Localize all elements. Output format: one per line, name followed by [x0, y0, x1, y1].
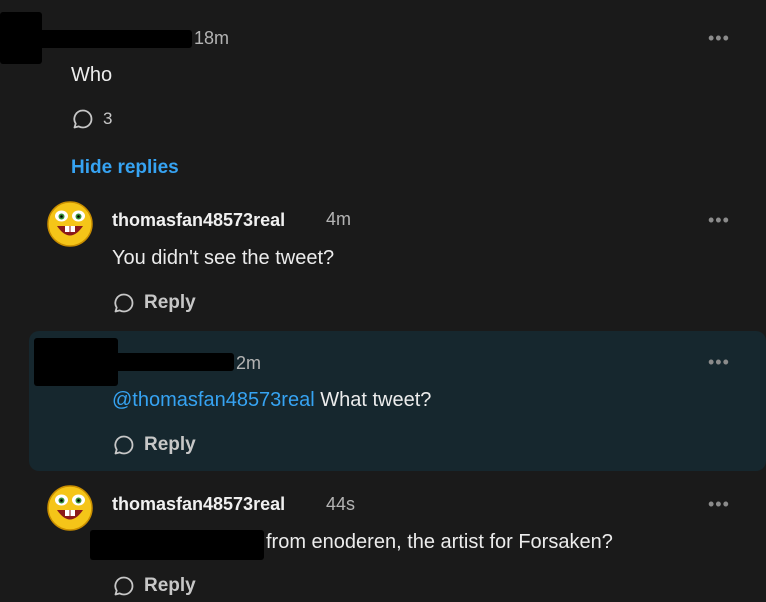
reply-button[interactable]: Reply: [112, 574, 196, 598]
reply-count: 3: [103, 109, 113, 128]
comment-text: Who: [71, 64, 113, 86]
speech-bubble-icon: [114, 293, 134, 313]
speech-bubble-icon: [73, 109, 93, 129]
reply-label: Reply: [144, 575, 196, 596]
reply-button[interactable]: Reply: [112, 291, 196, 315]
reply-timestamp: 44s: [326, 494, 356, 514]
reply-timestamp: 2m: [236, 353, 262, 373]
more-options-icon[interactable]: •••: [708, 494, 730, 515]
laughing-face-icon: [47, 485, 93, 531]
reply-text: @thomasfan48573real What tweet?: [112, 389, 431, 412]
redacted-avatar: [0, 12, 42, 64]
speech-bubble-icon: [114, 435, 134, 455]
mention-link[interactable]: @thomasfan48573real: [112, 389, 315, 411]
reply-label: Reply: [144, 292, 196, 313]
reply-text: You didn't see the tweet?: [112, 247, 335, 269]
more-options-icon[interactable]: •••: [708, 210, 730, 231]
hide-replies-button[interactable]: Hide replies: [71, 157, 179, 179]
speech-bubble-icon: [114, 576, 134, 596]
reply-username[interactable]: thomasfan48573real: [112, 210, 285, 231]
reply-text: from enoderen, the artist for Forsaken?: [266, 531, 613, 553]
redacted-avatar: [34, 338, 118, 386]
comment-timestamp: 18m: [194, 28, 230, 48]
reply-timestamp: 4m: [326, 209, 352, 229]
reply-button[interactable]: Reply: [112, 433, 196, 457]
more-options-icon[interactable]: •••: [708, 352, 730, 373]
laughing-face-icon: [47, 201, 93, 247]
replies-count-button[interactable]: 3: [71, 107, 112, 131]
reply-label: Reply: [144, 434, 196, 455]
reply-username[interactable]: thomasfan48573real: [112, 494, 285, 515]
reply-text-body: What tweet?: [314, 389, 432, 411]
redacted-username: [38, 30, 192, 48]
more-options-icon[interactable]: •••: [708, 28, 730, 49]
redacted-text: [90, 530, 264, 560]
redacted-username: [112, 353, 234, 371]
